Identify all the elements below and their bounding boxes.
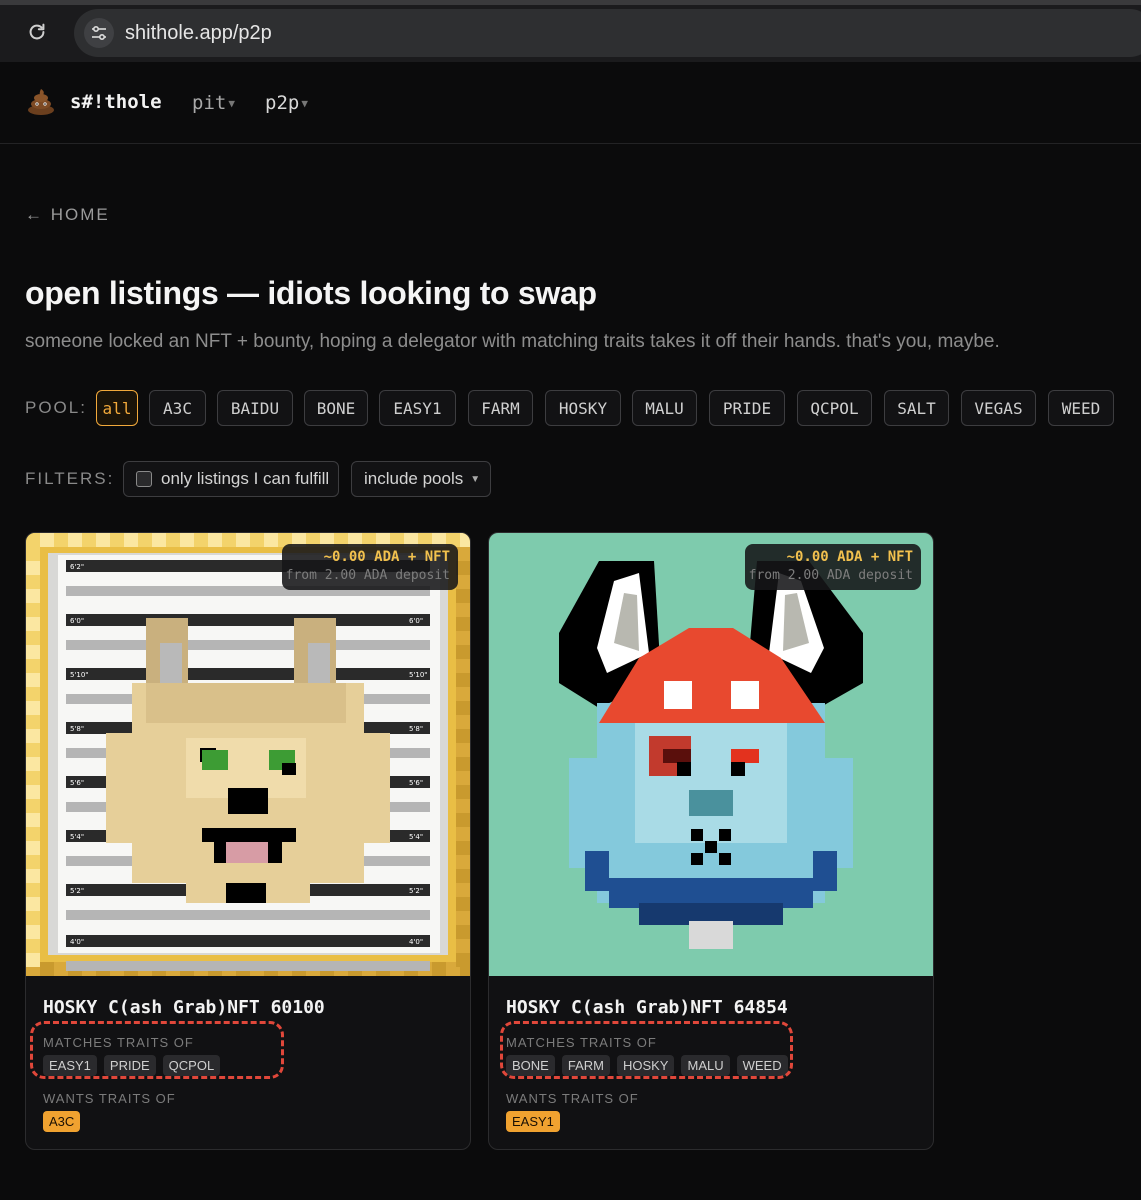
pool-chip-a3c[interactable]: A3C [149,390,206,426]
pool-chip-qcpol[interactable]: QCPOL [797,390,872,426]
wants-tags: A3C [43,1111,81,1132]
pool-chip-pride[interactable]: PRIDE [709,390,785,426]
include-pools-label: include pools [364,469,464,488]
height-marker-label: 4'0" [70,938,84,946]
chevron-down-icon: ▼ [301,97,308,110]
nav-p2p-menu[interactable]: p2p ▼ [265,92,308,114]
reload-icon[interactable] [22,17,52,47]
nft-image-mugshot-dog[interactable]: 6'2" 6'0" 6'0" 5'10" 5'10" 5'8" 5'8" 5'6" 5'6" 5'… [26,533,470,976]
nav-pit-label: pit [192,92,227,114]
bounty-deposit: from 2.00 ADA deposit [285,568,450,583]
fulfill-checkbox[interactable] [136,471,152,487]
pool-chip-bone[interactable]: BONE [304,390,368,426]
chevron-down-icon: ▼ [228,97,235,110]
matches-traits-label: MATCHES TRAITS OF [506,1035,657,1050]
matches-traits-label: MATCHES TRAITS OF [43,1035,194,1050]
poop-logo-icon[interactable] [26,86,56,116]
include-pools-dropdown[interactable]: include pools ▼ [351,461,491,497]
nav-pit-menu[interactable]: pit ▼ [192,92,235,114]
trait-tag: PRIDE [103,1055,156,1076]
chevron-down-icon: ▼ [470,473,481,485]
bounty-deposit: from 2.00 ADA deposit [748,568,913,583]
height-marker-label: 6'2" [70,563,84,571]
listing-card[interactable]: 6'2" 6'0" 6'0" 5'10" 5'10" 5'8" 5'8" 5'6" 5'6" 5'… [25,532,471,1150]
pool-chip-weed[interactable]: WEED [1048,390,1114,426]
pool-chip-malu[interactable]: MALU [632,390,697,426]
url-text[interactable]: shithole.app/p2p [125,22,272,45]
pool-chip-baidu[interactable]: BAIDU [217,390,293,426]
pool-chip-vegas[interactable]: VEGAS [961,390,1036,426]
height-marker-label: 5'6" [70,779,84,787]
address-bar[interactable]: shithole.app/p2p [74,9,1141,57]
pool-chip-easy1[interactable]: EASY1 [379,390,456,426]
site-settings-icon[interactable] [84,18,114,48]
height-marker-label: 5'2" [70,887,84,895]
trait-tag: WEED [736,1055,788,1076]
height-marker-label: 5'8" [70,725,84,733]
matches-tags: BONE FARM HOSKY MALU WEED [506,1055,788,1076]
wants-tags: EASY1 [506,1111,560,1132]
back-home-link[interactable]: ← HOME [25,205,110,225]
matches-tags: EASY1 PRIDE QCPOL [43,1055,221,1076]
height-marker-label: 4'0" [409,938,423,946]
pool-label: POOL: [25,398,87,417]
bounty-badge: ~0.00 ADA + NFT from 2.00 ADA deposit [282,544,458,590]
page-subtitle: someone locked an NFT + bounty, hoping a… [25,331,1000,352]
bounty-amount: ~0.00 ADA + NFT [786,549,913,565]
trait-tag: BONE [506,1055,555,1076]
trait-tag: HOSKY [616,1055,675,1076]
height-marker-label: 5'2" [409,887,423,895]
bounty-badge: ~0.00 ADA + NFT from 2.00 ADA deposit [745,544,921,590]
height-marker-label: 5'6" [409,779,423,787]
brand-name[interactable]: s#!thole [70,91,162,113]
listing-card[interactable]: ~0.00 ADA + NFT from 2.00 ADA deposit HO… [488,532,934,1150]
pool-chip-farm[interactable]: FARM [468,390,533,426]
height-marker-label: 6'0" [409,617,423,625]
fulfill-filter-toggle[interactable]: only listings I can fulfill [123,461,339,497]
nft-image-mushroom-creature[interactable] [489,533,933,976]
filters-label: FILTERS: [25,469,115,488]
pool-chip-hosky[interactable]: HOSKY [545,390,621,426]
fulfill-filter-label: only listings I can fulfill [161,469,330,488]
page-title: open listings — idiots looking to swap [25,275,597,311]
bounty-amount: ~0.00 ADA + NFT [323,549,450,565]
height-marker-label: 5'10" [409,671,428,679]
height-marker-label: 5'8" [409,725,423,733]
trait-tag: QCPOL [162,1055,221,1076]
height-marker-label: 6'0" [70,617,84,625]
wants-traits-label: WANTS TRAITS OF [43,1091,176,1106]
trait-tag: FARM [561,1055,610,1076]
pool-chip-salt[interactable]: SALT [884,390,949,426]
site-header: s#!thole pit ▼ p2p ▼ [0,62,1141,144]
wanted-trait-tag: A3C [43,1111,81,1132]
trait-tag: MALU [681,1055,730,1076]
height-marker-label: 5'4" [70,833,84,841]
pool-chip-all[interactable]: all [96,390,138,426]
browser-toolbar: shithole.app/p2p [0,0,1141,62]
nav-p2p-label: p2p [265,92,300,114]
height-marker-label: 5'4" [409,833,423,841]
nft-name[interactable]: HOSKY C(ash Grab)NFT 60100 [43,997,325,1018]
wanted-trait-tag: EASY1 [506,1111,560,1132]
height-marker-label: 5'10" [70,671,89,679]
wants-traits-label: WANTS TRAITS OF [506,1091,639,1106]
trait-tag: EASY1 [43,1055,97,1076]
nft-name[interactable]: HOSKY C(ash Grab)NFT 64854 [506,997,788,1018]
